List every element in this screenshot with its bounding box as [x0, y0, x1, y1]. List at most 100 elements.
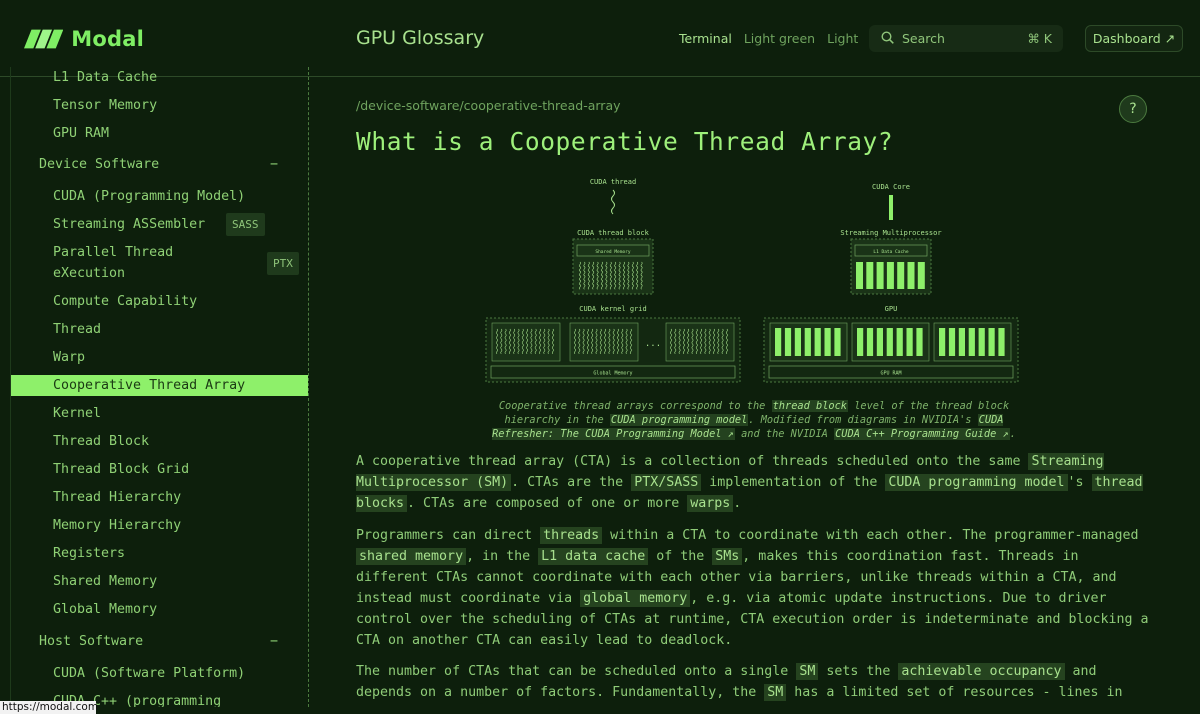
core-glyph: [886, 262, 894, 289]
link-cuda-programming-model[interactable]: CUDA programming model: [885, 474, 1068, 491]
theme-light[interactable]: Light: [827, 31, 858, 46]
sidebar-section-host-software[interactable]: Host Software −: [11, 631, 308, 652]
link-l1-data-cache[interactable]: L1 data cache: [538, 548, 649, 565]
sidebar-item-ptx[interactable]: Parallel Thread eXecution PTX: [11, 242, 308, 284]
core-glyph: [939, 328, 946, 356]
core-glyph: [896, 328, 903, 356]
core-glyph: [948, 328, 956, 356]
sidebar-item-cooperative-thread-array[interactable]: Cooperative Thread Array: [11, 375, 308, 396]
core-glyph: [784, 328, 792, 356]
core-glyph: [958, 328, 965, 356]
core-glyph: [876, 262, 884, 289]
brand-name: Modal: [71, 27, 144, 51]
theme-switcher: Terminal Light green Light: [679, 31, 858, 46]
link-global-memory[interactable]: global memory: [580, 590, 691, 607]
core-glyph: [834, 328, 841, 356]
label-cuda-core: CUDA Core: [872, 183, 910, 191]
sidebar-item-thread-block[interactable]: Thread Block: [11, 431, 308, 452]
thread-squiggle-icon: [611, 189, 615, 215]
sm-cores: [856, 262, 925, 289]
top-bar: Modal GPU Glossary Terminal Light green …: [0, 0, 1200, 77]
theme-light-green[interactable]: Light green: [744, 31, 815, 46]
figure-caption: Cooperative thread arrays correspond to …: [492, 400, 1016, 440]
sidebar-item-cuda-programming-model[interactable]: CUDA (Programming Model): [11, 186, 308, 207]
core-glyph: [897, 262, 905, 289]
link-cuda-cpp-guide[interactable]: CUDA C++ Programming Guide ↗: [834, 428, 1010, 440]
gpu-sms: [769, 322, 1012, 362]
dashboard-label: Dashboard ↗: [1092, 31, 1176, 46]
sidebar-item-l1-data-cache[interactable]: L1 Data Cache: [11, 67, 308, 88]
grid-blocks: [491, 322, 735, 362]
help-button[interactable]: ?: [1119, 95, 1147, 123]
sidebar-item-shared-memory[interactable]: Shared Memory: [11, 571, 308, 592]
logo[interactable]: Modal: [24, 24, 144, 54]
sidebar-item-thread-hierarchy[interactable]: Thread Hierarchy: [11, 487, 308, 508]
core-glyph: [917, 262, 925, 289]
grid-block-box: [569, 322, 639, 362]
status-url: https://modal.com: [0, 701, 99, 714]
sidebar-item-global-memory[interactable]: Global Memory: [11, 599, 308, 620]
sass-badge: SASS: [226, 213, 265, 236]
collapse-icon[interactable]: −: [270, 154, 278, 175]
core-glyph: [866, 328, 874, 356]
sidebar-item-warp[interactable]: Warp: [11, 347, 308, 368]
breadcrumb[interactable]: /device-software/cooperative-thread-arra…: [356, 98, 621, 113]
core-glyph: [866, 262, 874, 289]
page-title: What is a Cooperative Thread Array?: [356, 127, 894, 156]
core-glyph: [916, 328, 923, 356]
core-glyph: [968, 328, 975, 356]
core-glyph: [804, 328, 811, 356]
core-glyph: [988, 328, 995, 356]
core-glyph: [857, 328, 864, 356]
site-title[interactable]: GPU Glossary: [356, 27, 484, 49]
link-thread-block[interactable]: thread block: [771, 400, 848, 412]
dashboard-button[interactable]: Dashboard ↗: [1085, 25, 1183, 52]
paragraph-occupancy: The number of CTAs that can be scheduled…: [356, 663, 1123, 701]
sidebar-item-cuda-software-platform[interactable]: CUDA (Software Platform): [11, 663, 308, 684]
link-sm[interactable]: SM: [796, 663, 819, 680]
link-warps[interactable]: warps: [687, 495, 734, 512]
paragraph-intro: A cooperative thread array (CTA) is a co…: [356, 453, 1143, 512]
search-icon: [881, 31, 894, 47]
label-gpu: GPU: [885, 305, 898, 313]
sidebar-section-device-software[interactable]: Device Software −: [11, 154, 308, 175]
grid-block-box: [665, 322, 735, 362]
core-glyph: [907, 262, 915, 289]
sidebar-item-registers[interactable]: Registers: [11, 543, 308, 564]
grid-ellipsis: ...: [645, 339, 661, 349]
collapse-icon[interactable]: −: [270, 631, 278, 652]
link-cuda-programming-model[interactable]: CUDA programming model: [609, 414, 749, 426]
core-glyph: [886, 328, 893, 356]
sidebar-item-compute-capability[interactable]: Compute Capability: [11, 291, 308, 312]
ptx-badge: PTX: [267, 252, 299, 275]
sidebar-item-kernel[interactable]: Kernel: [11, 403, 308, 424]
sidebar-item-thread[interactable]: Thread: [11, 319, 308, 340]
link-ptx-sass[interactable]: PTX/SASS: [631, 474, 702, 491]
sidebar-item-memory-hierarchy[interactable]: Memory Hierarchy: [11, 515, 308, 536]
sidebar-item-tensor-memory[interactable]: Tensor Memory: [11, 95, 308, 116]
link-shared-memory[interactable]: shared memory: [356, 548, 467, 565]
link-sms[interactable]: SMs: [712, 548, 743, 565]
theme-terminal[interactable]: Terminal: [679, 31, 732, 46]
label-gpu-ram: GPU RAM: [880, 371, 901, 377]
paragraph-coordination: Programmers can direct threads within a …: [356, 527, 1149, 648]
cuda-core-icon: [889, 195, 893, 220]
search-shortcut: ⌘ K: [1027, 31, 1052, 46]
search-input[interactable]: Search ⌘ K: [869, 25, 1063, 52]
thread-hierarchy-diagram: CUDA thread CUDA Core CUDA thread block …: [485, 178, 1019, 383]
grid-block-box: [491, 322, 561, 362]
sidebar: L1 Data Cache Tensor Memory GPU RAM Devi…: [10, 67, 309, 707]
core-glyph: [856, 262, 863, 289]
sidebar-item-sass[interactable]: Streaming ASSembler SASS: [11, 213, 308, 236]
link-threads[interactable]: threads: [540, 527, 603, 544]
modal-logo-icon: [24, 29, 64, 49]
core-glyph: [824, 328, 831, 356]
label-l1-data-cache: L1 Data Cache: [873, 249, 909, 255]
link-sm[interactable]: SM: [764, 684, 787, 701]
link-achievable-occupancy[interactable]: achievable occupancy: [898, 663, 1065, 680]
sidebar-item-thread-block-grid[interactable]: Thread Block Grid: [11, 459, 308, 480]
core-glyph: [998, 328, 1005, 356]
core-glyph: [775, 328, 782, 356]
core-glyph: [814, 328, 821, 356]
sidebar-item-gpu-ram[interactable]: GPU RAM: [11, 123, 308, 144]
